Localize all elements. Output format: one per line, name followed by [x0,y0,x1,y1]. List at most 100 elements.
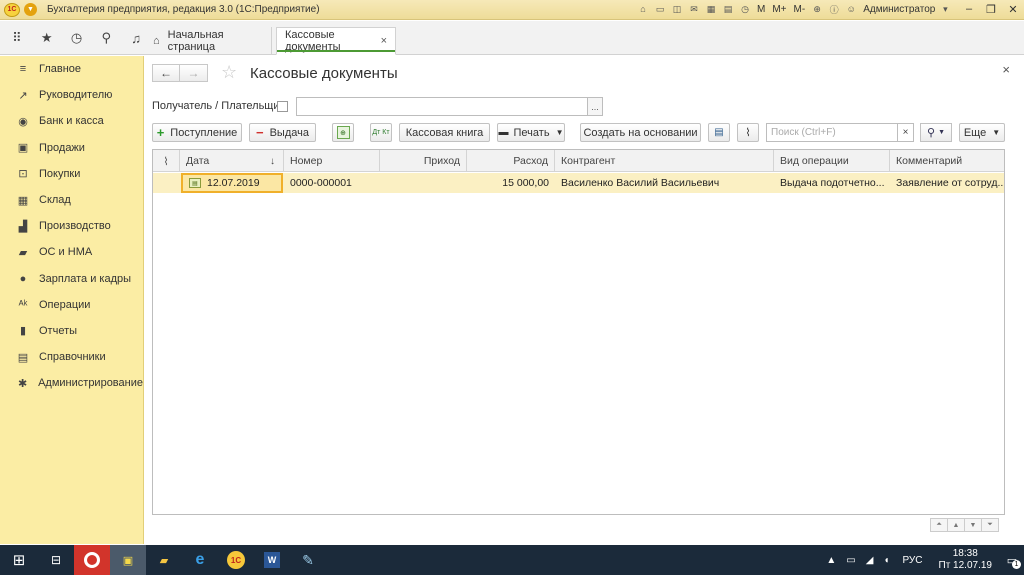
sidebar-item-catalogs[interactable]: ▤ Справочники [0,344,143,370]
sidebar-item-production[interactable]: ▟ Производство [0,213,143,239]
column-header-income[interactable]: Приход [380,150,467,172]
more-button[interactable]: Еще ▼ [959,123,1005,142]
tray-chevron-up-icon[interactable]: ▲ [826,555,836,566]
tab-home[interactable]: ⌂ Начальная страница [145,27,272,55]
taskbar-explorer[interactable]: ▰ [146,545,182,575]
filter-select-button[interactable]: ... [587,97,603,116]
taskbar-1c-app[interactable]: ▣ [110,545,146,575]
search-input[interactable]: Поиск (Ctrl+F) [766,123,914,142]
sidebar-item-manager[interactable]: ↗ Руководителю [0,82,143,108]
table-row[interactable]: ▤ 12.07.2019 0000-000001 15 000,00 Васил… [153,173,1004,193]
tab-cash-documents[interactable]: Кассовые документы × [276,27,396,55]
counterparty-filter-input[interactable] [296,97,588,116]
apps-grid-icon[interactable]: ⠿ [10,30,24,45]
favorites-star-icon[interactable]: ★ [40,30,54,45]
volume-icon[interactable]: ◖ [883,555,889,566]
column-header-expense[interactable]: Расход [467,150,555,172]
sidebar-item-operations[interactable]: ᴬᵏ Операции [0,292,143,318]
form-close-icon[interactable]: × [1002,62,1010,77]
attachment-column-header[interactable]: ⌇ [153,150,180,172]
sidebar-item-reports[interactable]: ▮ Отчеты [0,318,143,344]
cell-counterparty[interactable]: Василенко Василий Васильевич [555,173,774,193]
cell-income[interactable] [380,173,467,193]
scroll-first-icon[interactable]: ⏶ [930,518,948,532]
battery-icon[interactable]: ▭ [846,555,855,566]
back-arrow-icon[interactable]: ← [152,64,180,82]
column-header-number[interactable]: Номер [284,150,380,172]
sidebar-item-admin[interactable]: ✱ Администрирование [0,370,143,396]
taskbar-internet-explorer[interactable]: e [182,545,218,575]
print-button[interactable]: ▬ Печать ▼ [497,123,565,142]
column-header-comment[interactable]: Комментарий [890,150,1004,172]
network-icon[interactable]: ◢ [866,555,874,566]
column-header-label: Номер [290,155,323,167]
restore-icon[interactable]: ❐ [984,2,998,16]
copy-document-button[interactable]: ⊕ [332,123,354,142]
cash-book-button[interactable]: Кассовая книга [399,123,490,142]
memory-m-button[interactable]: M [755,2,767,16]
preview-icon[interactable]: ◫ [670,2,684,16]
taskbar-paint[interactable]: ✎ [290,545,326,575]
sidebar-item-purchases[interactable]: ⊡ Покупки [0,161,143,187]
income-button[interactable]: + Поступление [152,123,242,142]
bell-icon[interactable]: ♫ [129,31,143,46]
dtkt-button[interactable]: Дт Кт [370,123,392,142]
close-icon[interactable]: ✕ [1006,2,1020,16]
column-header-date[interactable]: Дата ↓ [180,150,284,172]
sidebar-item-main[interactable]: ≡ Главное [0,56,143,82]
app-logo-icon[interactable]: 1С [4,2,20,17]
print-icon[interactable]: ▭ [653,2,667,16]
filter-checkbox[interactable] [277,101,288,112]
history-clock-icon[interactable]: ◷ [70,30,84,45]
sidebar-item-warehouse[interactable]: ▦ Склад [0,187,143,213]
minimize-icon[interactable]: – [962,2,976,16]
user-menu-chevron-down-icon[interactable]: ▾ [938,2,952,16]
clock[interactable]: 18:38 Пт 12.07.19 [939,548,992,572]
tab-close-icon[interactable]: × [381,35,387,47]
windows-start-icon[interactable]: ⊞ [0,545,38,575]
cell-date[interactable]: ▤ 12.07.2019 [181,173,283,193]
sidebar-item-bank[interactable]: ◉ Банк и касса [0,108,143,134]
column-header-counterparty[interactable]: Контрагент [555,150,774,172]
taskbar-1c[interactable]: 1С [218,545,254,575]
forward-arrow-icon[interactable]: → [180,64,208,82]
create-based-on-button[interactable]: Создать на основании [580,123,701,142]
structure-button[interactable]: ▤ [708,123,730,142]
cell-number[interactable]: 0000-000001 [284,173,380,193]
cell-expense[interactable]: 15 000,00 [467,173,555,193]
column-header-operation[interactable]: Вид операции [774,150,890,172]
info-icon[interactable]: ⓘ [827,2,841,16]
scroll-down-icon[interactable]: ▼ [964,518,982,532]
search-clear-icon[interactable]: × [897,123,914,142]
user-icon[interactable]: ☺ [844,2,858,16]
search-button[interactable]: ⚲ ▼ [920,123,952,142]
zoom-icon[interactable]: ⊕ [810,2,824,16]
main-menu-chevron-down-icon[interactable]: ▼ [24,3,37,16]
input-language[interactable]: РУС [902,555,922,566]
sidebar-item-fixed-assets[interactable]: ▰ ОС и НМА [0,239,143,265]
user-name[interactable]: Администратор [863,4,935,15]
sidebar-item-label: Покупки [39,167,81,180]
cell-operation[interactable]: Выдача подотчетно... [774,173,890,193]
search-icon[interactable]: ⚲ [99,30,113,45]
taskbar-word[interactable]: W [254,545,290,575]
scroll-last-icon[interactable]: ⏷ [981,518,999,532]
memory-minus-button[interactable]: M- [792,2,808,16]
taskbar-opera[interactable] [74,545,110,575]
calc-icon[interactable]: ▦ [704,2,718,16]
memory-plus-button[interactable]: M+ [770,2,788,16]
expense-button[interactable]: − Выдача [249,123,316,142]
structure-icon: ▤ [714,127,724,138]
sidebar-item-sales[interactable]: ▣ Продажи [0,135,143,161]
task-view-icon[interactable]: ⊟ [38,545,74,575]
history-icon[interactable]: ◷ [738,2,752,16]
attachments-button[interactable]: ⌇ [737,123,759,142]
home-icon[interactable]: ⌂ [636,2,650,16]
sidebar-item-salary[interactable]: ● Зарплата и кадры [0,266,143,292]
calendar-icon[interactable]: ▤ [721,2,735,16]
mail-icon[interactable]: ✉ [687,2,701,16]
favorite-star-icon[interactable]: ☆ [221,62,237,83]
cell-comment[interactable]: Заявление от сотруд... [890,173,1004,193]
scroll-up-icon[interactable]: ▲ [947,518,965,532]
notification-center-icon[interactable]: ▭ 1 [1000,545,1024,575]
